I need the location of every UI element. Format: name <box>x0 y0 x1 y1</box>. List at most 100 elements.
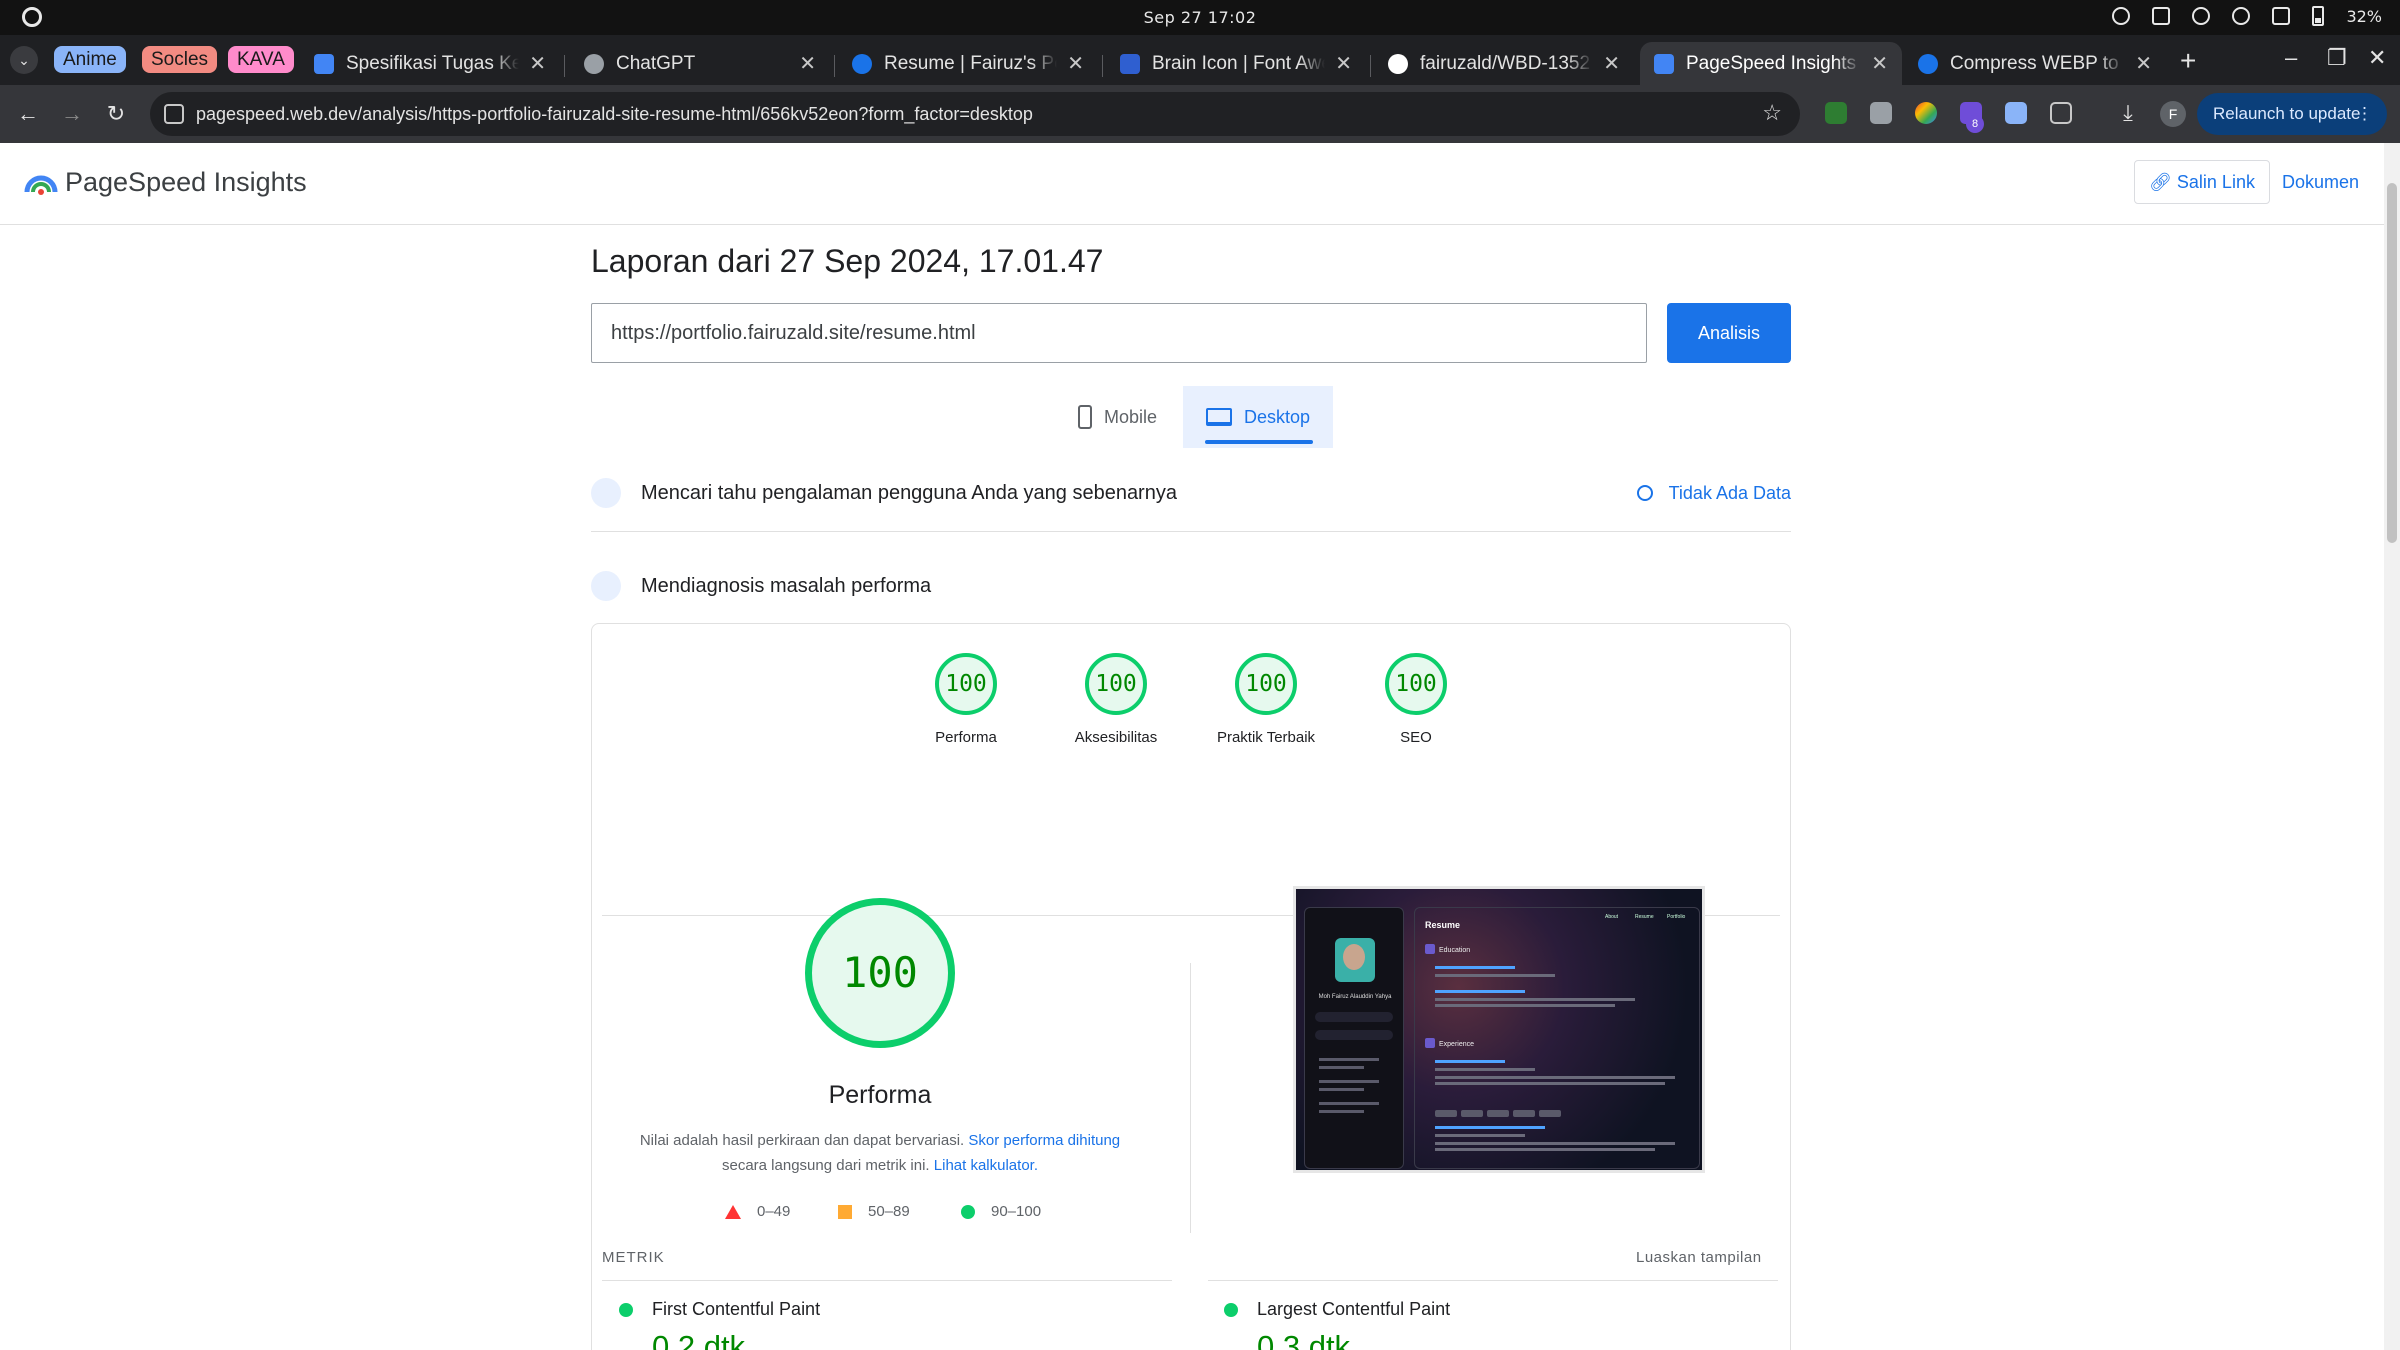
triangle-icon <box>725 1204 741 1219</box>
close-tab-icon[interactable]: ✕ <box>1067 51 1084 76</box>
score-gauge-best-practices[interactable]: 100 Praktik Terbaik <box>1191 653 1341 746</box>
extension-icon[interactable] <box>1870 102 1892 124</box>
report-title: Laporan dari 27 Sep 2024, 17.01.47 <box>591 243 1104 279</box>
os-clock[interactable]: Sep 27 17:02 <box>0 8 2400 27</box>
close-tab-icon[interactable]: ✕ <box>1871 51 1888 76</box>
avatar <box>1335 938 1375 982</box>
pass-circle-icon <box>619 1303 633 1317</box>
mobile-icon <box>1077 405 1092 429</box>
address-url[interactable]: pagespeed.web.dev/analysis/https-portfol… <box>196 104 1033 125</box>
browser-tab[interactable]: Spesifikasi Tugas Kec ✕ <box>300 42 560 85</box>
score-gauge-seo[interactable]: 100 SEO <box>1341 653 1491 746</box>
score-gauge-performance[interactable]: 100 Performa <box>891 653 1041 746</box>
performance-gauge-large: 100 <box>805 898 955 1048</box>
system-tray[interactable]: 32% <box>2112 6 2382 26</box>
tab-group-socles[interactable]: Socles <box>142 46 218 73</box>
circle-icon <box>961 1204 975 1219</box>
tab-desktop[interactable]: Desktop <box>1183 386 1333 448</box>
docs-link[interactable]: Dokumen <box>2282 172 2359 193</box>
site-icon <box>852 53 872 74</box>
relaunch-button[interactable]: Relaunch to update ⋮ <box>2197 93 2387 135</box>
close-tab-icon[interactable]: ✕ <box>2135 51 2152 76</box>
puzzle-icon[interactable] <box>2050 102 2072 124</box>
close-tab-icon[interactable]: ✕ <box>1335 51 1352 76</box>
diagnose-section: Mendiagnosis masalah performa <box>591 571 1791 611</box>
more-menu-icon[interactable]: ⋮ <box>2356 93 2373 135</box>
site-info-icon[interactable] <box>164 104 184 124</box>
compress-icon <box>1918 53 1938 74</box>
expand-view-toggle[interactable]: Luaskan tampilan <box>1636 1249 1762 1266</box>
minimize-icon[interactable]: – <box>2285 45 2297 71</box>
new-tab-button[interactable]: + <box>2180 45 2196 77</box>
close-tab-icon[interactable]: ✕ <box>1603 51 1620 76</box>
metrics-heading: METRIK <box>602 1249 665 1266</box>
browser-tab[interactable]: Brain Icon | Font Awe ✕ <box>1106 42 1366 85</box>
page-scrollbar[interactable] <box>2384 143 2400 1350</box>
copy-link-button[interactable]: 🔗︎ Salin Link <box>2134 160 2270 204</box>
tab-group-kava[interactable]: KAVA <box>228 46 294 73</box>
docs-extension-icon[interactable] <box>2005 102 2027 124</box>
tab-group-anime[interactable]: Anime <box>54 46 126 73</box>
address-bar[interactable]: pagespeed.web.dev/analysis/https-portfol… <box>150 92 1800 136</box>
download-icon[interactable]: ⤓ <box>2117 102 2139 124</box>
tab-strip: ⌄ Anime Socles KAVA Spesifikasi Tugas Ke… <box>0 35 2400 85</box>
chatgpt-icon <box>584 53 604 74</box>
laptop-icon <box>1205 408 1232 426</box>
square-icon <box>838 1204 852 1219</box>
battery-icon[interactable] <box>2312 6 2325 26</box>
close-tab-icon[interactable]: ✕ <box>799 51 816 76</box>
forward-icon[interactable]: → <box>56 98 88 130</box>
info-icon <box>1636 485 1653 501</box>
performance-note: Nilai adalah hasil perkiraan dan dapat b… <box>639 1132 1121 1174</box>
page-content: PageSpeed Insights 🔗︎ Salin Link Dokumen… <box>0 143 2400 1350</box>
notifications-off-icon[interactable] <box>2192 7 2211 25</box>
volume-icon[interactable] <box>2272 7 2291 25</box>
no-data-link[interactable]: Tidak Ada Data <box>1636 483 1791 504</box>
tab-mobile[interactable]: Mobile <box>1060 386 1175 448</box>
browser-tab[interactable]: fairuzald/WBD-1352 ✕ <box>1374 42 1634 85</box>
analyze-button[interactable]: Analisis <box>1667 303 1791 363</box>
divider <box>1190 963 1191 1233</box>
calculator-link[interactable]: Lihat kalkulator. <box>934 1157 1038 1174</box>
reload-icon[interactable]: ↻ <box>100 98 132 130</box>
legend-fail: 0–49 <box>725 1203 790 1220</box>
browser-toolbar: ← → ↻ pagespeed.web.dev/analysis/https-p… <box>0 85 2400 143</box>
legend-pass: 90–100 <box>961 1203 1041 1220</box>
score-gauge-accessibility[interactable]: 100 Aksesibilitas <box>1041 653 1191 746</box>
screen-record-icon[interactable] <box>2112 7 2131 25</box>
pagespeed-icon <box>1654 53 1674 74</box>
browser-tab-active[interactable]: PageSpeed Insights ✕ <box>1640 42 1902 85</box>
flag-icon <box>1120 53 1140 74</box>
divider <box>1208 1280 1778 1281</box>
browser-tab[interactable]: Resume | Fairuz's Per ✕ <box>838 42 1098 85</box>
browser-tab[interactable]: ChatGPT ✕ <box>570 42 830 85</box>
app-title[interactable]: PageSpeed Insights <box>65 167 307 198</box>
psi-header: PageSpeed Insights 🔗︎ Salin Link Dokumen <box>0 143 2384 225</box>
wifi-icon[interactable] <box>2232 7 2251 25</box>
close-tab-icon[interactable]: ✕ <box>529 51 546 76</box>
performance-label: Performa <box>828 1081 932 1109</box>
restore-icon[interactable]: ❐ <box>2327 45 2347 71</box>
extension-badge: 8 <box>1966 115 1984 133</box>
link-icon: 🔗︎ <box>2149 172 2172 192</box>
pass-circle-icon <box>1224 1303 1238 1317</box>
diagnose-title: Mendiagnosis masalah performa <box>641 575 932 597</box>
github-icon <box>1388 53 1408 74</box>
profile-avatar[interactable]: F <box>2160 101 2186 127</box>
browser-tab[interactable]: Compress WEBP to 3 ✕ <box>1904 42 2166 85</box>
back-icon[interactable]: ← <box>12 98 44 130</box>
tab-search-button[interactable]: ⌄ <box>10 46 38 74</box>
color-picker-icon[interactable] <box>1915 102 1937 124</box>
pagespeed-logo-icon[interactable] <box>24 168 58 198</box>
field-data-icon <box>591 478 621 508</box>
bookmark-star-icon[interactable]: ☆ <box>1762 100 1782 126</box>
os-top-bar: Sep 27 17:02 32% <box>0 0 2400 35</box>
url-input[interactable] <box>591 303 1647 363</box>
score-calc-link[interactable]: Skor performa dihitung <box>968 1132 1120 1149</box>
close-window-icon[interactable]: ✕ <box>2368 45 2386 71</box>
battery-percent: 32% <box>2346 6 2382 26</box>
sheets-extension-icon[interactable] <box>1825 102 1847 124</box>
legend-average: 50–89 <box>838 1203 910 1220</box>
clipboard-icon[interactable] <box>2152 7 2171 25</box>
final-screenshot: Moh Fairuz Alauddin Yahya About Resume P… <box>1293 886 1705 1173</box>
